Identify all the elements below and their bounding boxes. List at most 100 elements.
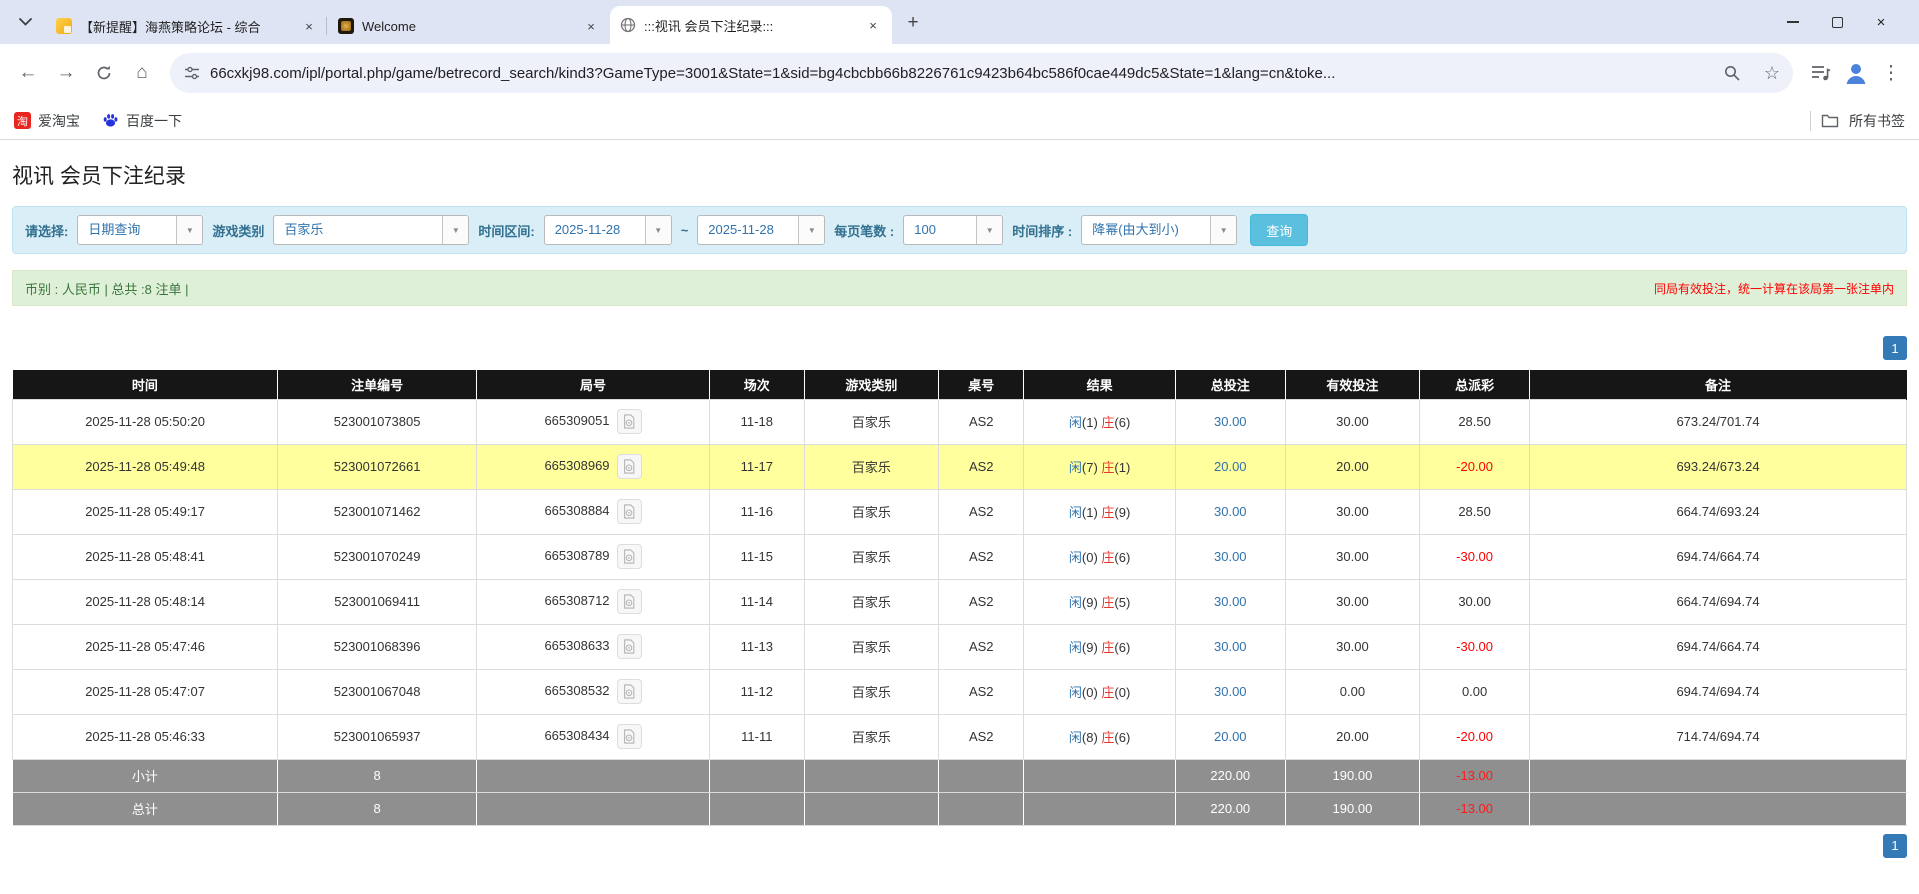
round-number-text: 665309051 xyxy=(544,412,610,428)
bookmark-aitaobao[interactable]: 淘 爱淘宝 xyxy=(14,111,80,131)
media-controls-icon[interactable] xyxy=(1803,55,1839,91)
window-controls: × xyxy=(1771,0,1919,44)
chevron-down-icon[interactable]: ▼ xyxy=(1210,216,1237,244)
taobao-icon: 淘 xyxy=(14,112,31,129)
bookmark-baidu[interactable]: 百度一下 xyxy=(102,111,182,131)
cell-total-bet-link[interactable]: 30.00 xyxy=(1174,398,1286,445)
result-player-score: (8) xyxy=(1081,730,1098,745)
search-button[interactable]: 查询 xyxy=(1250,214,1309,246)
chevron-down-icon[interactable]: ▼ xyxy=(176,216,203,244)
result-player: 闲 xyxy=(1068,550,1082,565)
round-number-text: 665308434 xyxy=(544,727,610,743)
cell-game-type: 百家乐 xyxy=(803,398,940,445)
all-bookmarks[interactable]: 所有书签 xyxy=(1810,110,1905,131)
tab-favicon-dark-icon xyxy=(338,18,354,34)
reload-button[interactable] xyxy=(86,55,122,91)
window-maximize-button[interactable] xyxy=(1815,0,1859,44)
summary-bar: 币别 : 人民币 | 总共 :8 注单 | 同局有效投注，统一计算在该局第一张注… xyxy=(12,270,1907,306)
cell-result: 闲(1) 庄(9) xyxy=(1023,488,1176,535)
cell-total-bet-link[interactable]: 30.00 xyxy=(1174,488,1286,535)
profile-avatar[interactable] xyxy=(1841,58,1871,88)
tab-bet-records-active[interactable]: :::视讯 会员下注纪录::: × xyxy=(610,6,892,44)
video-replay-icon[interactable] xyxy=(616,409,642,434)
date-from-select[interactable]: 2025-11-28 ▼ xyxy=(543,215,672,245)
round-number-text: 665308884 xyxy=(544,502,610,518)
video-replay-icon[interactable] xyxy=(616,679,642,704)
chevron-down-icon[interactable]: ▼ xyxy=(976,216,1003,244)
tab-close-icon[interactable]: × xyxy=(300,17,318,35)
tab-haiyan-forum[interactable]: 【新提醒】海燕策略论坛 - 综合 × xyxy=(46,8,328,44)
home-button[interactable]: ⌂ xyxy=(124,55,160,91)
subtotal-label: 小计 xyxy=(12,758,279,793)
sort-select[interactable]: 降幂(由大到小) ▼ xyxy=(1081,215,1238,245)
zoom-search-icon[interactable] xyxy=(1717,58,1747,88)
cell-valid-bet: 30.00 xyxy=(1284,623,1421,670)
round-number-text: 665308969 xyxy=(544,457,610,473)
cell-total-bet-link[interactable]: 30.00 xyxy=(1174,533,1286,580)
cell-payout: 30.00 xyxy=(1419,578,1531,625)
browser-toolbar: ← → ⌂ 66cxkj98.com/ipl/portal.php/game/b… xyxy=(0,44,1919,102)
cell-total-bet-link[interactable]: 30.00 xyxy=(1174,623,1286,670)
video-replay-icon[interactable] xyxy=(616,544,642,569)
total-valid-bet: 190.00 xyxy=(1285,791,1421,826)
cell-game-type: 百家乐 xyxy=(803,713,940,760)
window-minimize-button[interactable] xyxy=(1771,0,1815,44)
window-close-button[interactable]: × xyxy=(1859,0,1903,44)
round-number-text: 665308532 xyxy=(544,682,610,698)
chevron-down-icon[interactable]: ▼ xyxy=(798,216,825,244)
table-row: 2025-11-28 05:47:07 523001067048 6653085… xyxy=(11,668,1907,715)
game-type-select[interactable]: 百家乐 ▼ xyxy=(273,215,470,245)
tab-welcome[interactable]: Welcome × xyxy=(326,8,610,44)
result-banker-score: (6) xyxy=(1114,550,1131,565)
cell-remark: 714.74/694.74 xyxy=(1529,713,1907,760)
browser-menu-kebab-icon[interactable]: ⋮ xyxy=(1873,55,1909,91)
page-1-button[interactable]: 1 xyxy=(1883,336,1907,360)
date-to-select[interactable]: 2025-11-28 ▼ xyxy=(697,215,826,245)
page-size-select[interactable]: 100 ▼ xyxy=(903,215,1004,245)
bookmark-label: 百度一下 xyxy=(126,112,182,129)
video-replay-icon[interactable] xyxy=(616,634,642,659)
cell-total-bet-link[interactable]: 30.00 xyxy=(1174,578,1286,625)
cell-round-number: 665308532 xyxy=(476,668,710,715)
video-replay-icon[interactable] xyxy=(616,499,642,524)
cell-total-bet-link[interactable]: 30.00 xyxy=(1174,668,1286,715)
cell-payout: 28.50 xyxy=(1419,488,1531,535)
tab-close-icon[interactable]: × xyxy=(864,16,882,34)
forward-button[interactable]: → xyxy=(48,55,84,91)
cell-game-type: 百家乐 xyxy=(803,443,940,490)
new-tab-button[interactable]: + xyxy=(898,8,928,38)
chevron-down-icon[interactable]: ▼ xyxy=(644,216,671,244)
cell-valid-bet: 0.00 xyxy=(1284,668,1421,715)
video-replay-icon[interactable] xyxy=(616,589,642,614)
back-button[interactable]: ← xyxy=(10,55,46,91)
video-replay-icon[interactable] xyxy=(616,724,642,749)
cell-total-bet-link[interactable]: 20.00 xyxy=(1174,713,1286,760)
subtotal-valid-bet: 190.00 xyxy=(1285,758,1421,793)
column-header: 局号 xyxy=(476,370,710,399)
result-banker: 庄 xyxy=(1101,415,1115,430)
chevron-down-icon[interactable]: ▼ xyxy=(442,216,469,244)
result-banker-score: (9) xyxy=(1114,505,1131,520)
query-mode-select[interactable]: 日期查询 ▼ xyxy=(77,215,204,245)
tab-search-chevron-icon[interactable] xyxy=(8,5,42,39)
column-header: 结果 xyxy=(1023,370,1176,399)
url-text[interactable]: 66cxkj98.com/ipl/portal.php/game/betreco… xyxy=(210,65,1707,82)
cell-total-bet-link[interactable]: 20.00 xyxy=(1174,443,1286,490)
video-replay-icon[interactable] xyxy=(616,454,642,479)
result-banker: 庄 xyxy=(1101,730,1115,745)
cell-session: 11-14 xyxy=(708,578,805,625)
tab-close-icon[interactable]: × xyxy=(582,17,600,35)
bookmark-star-icon[interactable]: ☆ xyxy=(1757,58,1787,88)
result-player-score: (0) xyxy=(1081,685,1098,700)
cell-game-type: 百家乐 xyxy=(803,668,940,715)
cell-bet-number: 523001069411 xyxy=(277,578,478,625)
address-bar[interactable]: 66cxkj98.com/ipl/portal.php/game/betreco… xyxy=(170,53,1793,93)
cell-result: 闲(0) 庄(0) xyxy=(1023,668,1176,715)
result-player: 闲 xyxy=(1068,640,1082,655)
cell-round-number: 665308434 xyxy=(476,713,710,760)
cell-remark: 694.74/664.74 xyxy=(1529,533,1907,580)
bookmarks-bar: 淘 爱淘宝 百度一下 所有书签 xyxy=(0,102,1919,140)
site-settings-tune-icon[interactable] xyxy=(184,65,200,81)
page-1-button[interactable]: 1 xyxy=(1883,833,1907,858)
cell-table-number: AS2 xyxy=(938,713,1025,760)
